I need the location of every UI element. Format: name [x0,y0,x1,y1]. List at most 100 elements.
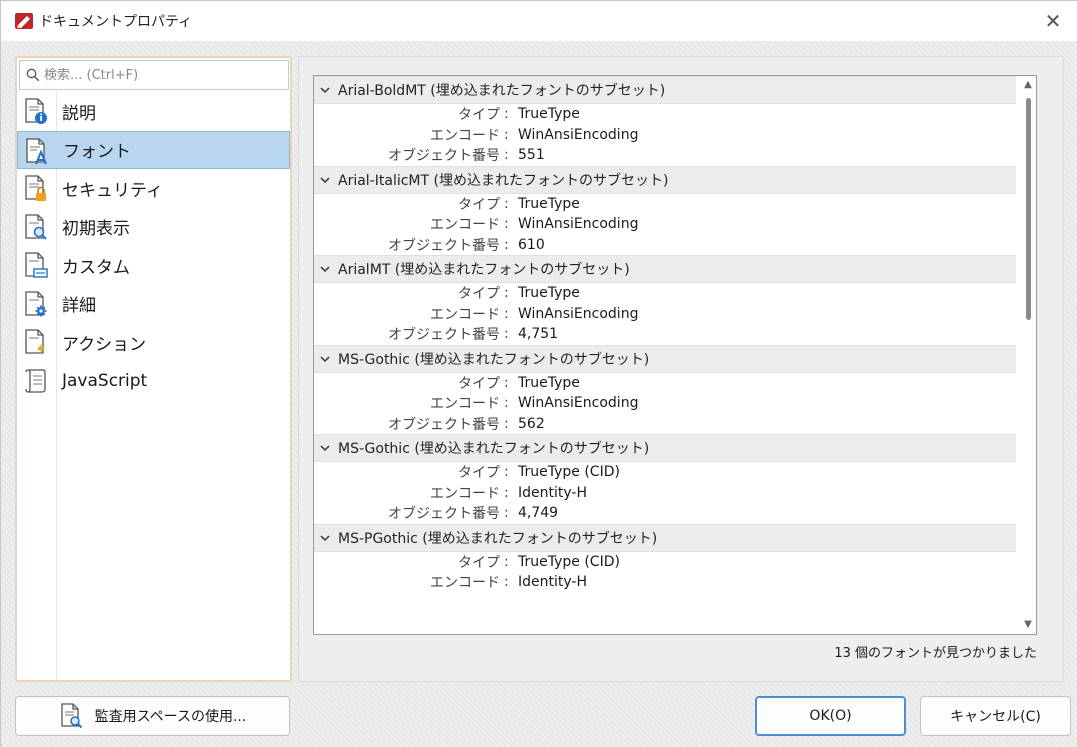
nav-label: JavaScript [62,370,148,391]
font-group-header[interactable]: Arial-ItalicMT (埋め込まれたフォントのサブセット) [314,165,1016,194]
font-encoding-row: エンコード : Identity-H [314,572,1036,593]
font-encoding-row: エンコード : WinAnsiEncoding [314,393,1036,414]
dialog-body: 説明 フォント [1,41,1077,747]
search-icon [26,68,40,82]
encoding-value: WinAnsiEncoding [518,126,639,143]
object-number-value: 4,751 [518,326,559,343]
type-value: TrueType (CID) [518,553,620,570]
chevron-down-icon [320,266,330,273]
separator: : [504,374,509,391]
dialog-title: ドキュメントプロパティ [39,14,193,30]
font-group-header[interactable]: Arial-BoldMT (埋め込まれたフォントのサブセット) [314,76,1016,104]
type-label: タイプ [458,286,500,303]
nav-item-javascript[interactable]: JavaScript [17,362,290,401]
separator: : [504,505,509,522]
font-object-number-row: オブジェクト番号 : 4,751 [314,324,1036,345]
font-name: Arial-BoldMT (埋め込まれたフォントのサブセット) [338,83,666,99]
encoding-value: Identity-H [518,574,587,591]
font-group: ArialMT (埋め込まれたフォントのサブセット) タイプ : TrueTyp… [314,255,1036,345]
font-group-header[interactable]: MS-PGothic (埋め込まれたフォントのサブセット) [314,523,1016,552]
type-label: タイプ [458,554,500,571]
type-value: TrueType [518,374,580,391]
vertical-scrollbar[interactable]: ▲ ▼ [1020,76,1036,634]
separator: : [504,216,509,233]
ok-button-label: OK(O) [809,708,852,724]
object-number-value: 562 [518,415,545,432]
nav-label: カスタム [62,257,130,278]
type-label: タイプ [458,196,500,213]
font-object-number-row: オブジェクト番号 : 610 [314,235,1036,256]
font-object-number-row: オブジェクト番号 : 562 [314,414,1036,435]
type-value: TrueType [518,195,580,212]
type-value: TrueType [518,106,580,123]
nav-label: フォント [63,142,131,163]
nav-label: アクション [62,334,147,355]
audit-button-label: 監査用スペースの使用... [94,709,247,725]
font-type-row: タイプ : TrueType [314,373,1036,394]
category-panel: 説明 フォント [15,56,292,682]
nav-item-description[interactable]: 説明 [17,92,290,131]
encoding-label: エンコード [430,575,500,592]
type-label: タイプ [458,107,500,124]
font-type-row: タイプ : TrueType (CID) [314,552,1036,573]
chevron-down-icon [320,445,330,452]
cancel-button-label: キャンセル(C) [950,709,1041,725]
close-button[interactable]: ✕ [1038,7,1068,35]
chevron-down-icon [320,534,330,541]
category-list: 説明 フォント セキュリティ 初期表示 カスタム 詳細 アクション JavaSc… [17,92,290,400]
scroll-down-arrow-icon[interactable]: ▼ [1022,620,1034,630]
nav-label: セキュリティ [62,180,163,201]
close-icon: ✕ [1044,9,1062,33]
search-box[interactable] [19,60,289,90]
type-label: タイプ [458,375,500,392]
font-type-row: タイプ : TrueType [314,283,1036,304]
font-type-row: タイプ : TrueType (CID) [314,462,1036,483]
nav-item-security[interactable]: セキュリティ [17,169,290,208]
separator: : [504,326,509,343]
object-number-value: 610 [518,236,545,253]
document-lock-icon [25,175,46,201]
font-type-row: タイプ : TrueType [314,104,1036,125]
document-info-icon [25,98,47,124]
separator: : [504,464,509,481]
scroll-thumb[interactable] [1026,98,1031,320]
font-list[interactable]: Arial-BoldMT (埋め込まれたフォントのサブセット) タイプ : Tr… [313,75,1037,635]
type-value: TrueType (CID) [518,464,620,481]
nav-item-custom[interactable]: カスタム [17,246,290,285]
nav-item-fonts[interactable]: フォント [17,130,290,169]
separator: : [504,574,509,591]
fonts-found-status: 13 個のフォントが見つかりました [834,646,1037,661]
font-group-header[interactable]: MS-Gothic (埋め込まれたフォントのサブセット) [314,434,1016,462]
font-type-row: タイプ : TrueType [314,194,1036,215]
font-name: ArialMT (埋め込まれたフォントのサブセット) [338,262,630,278]
search-input[interactable] [44,67,274,83]
cancel-button[interactable]: キャンセル(C) [920,696,1071,736]
ok-button[interactable]: OK(O) [755,696,906,736]
document-custom-icon [25,252,48,278]
font-encoding-row: エンコード : WinAnsiEncoding [314,125,1036,146]
document-magnifier-icon [25,213,47,240]
nav-item-initial-view[interactable]: 初期表示 [17,208,290,247]
font-name: MS-PGothic (埋め込まれたフォントのサブセット) [338,530,658,547]
chevron-down-icon [320,176,330,183]
font-group-header[interactable]: ArialMT (埋め込まれたフォントのサブセット) [314,255,1016,283]
scroll-up-arrow-icon[interactable]: ▲ [1022,80,1034,90]
font-group-header[interactable]: MS-Gothic (埋め込まれたフォントのサブセット) [314,344,1016,373]
audit-space-button[interactable]: 監査用スペースの使用... [15,696,290,736]
nav-label: 詳細 [62,296,96,317]
nav-item-details[interactable]: 詳細 [17,285,290,324]
encoding-label: エンコード [430,485,500,502]
document-gear-icon [25,290,47,316]
object-number-label: オブジェクト番号 [388,416,500,433]
nav-item-actions[interactable]: アクション [17,323,290,362]
app-logo-icon [15,13,33,29]
separator: : [504,285,509,302]
font-object-number-row: オブジェクト番号 : 551 [314,145,1036,166]
font-group: Arial-ItalicMT (埋め込まれたフォントのサブセット) タイプ : … [314,165,1036,256]
type-value: TrueType [518,285,580,302]
script-scroll-icon [25,368,46,393]
encoding-label: エンコード [430,217,500,234]
encoding-value: WinAnsiEncoding [518,395,639,412]
font-encoding-row: エンコード : WinAnsiEncoding [314,304,1036,325]
separator: : [504,195,509,212]
